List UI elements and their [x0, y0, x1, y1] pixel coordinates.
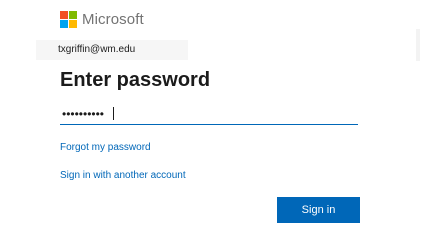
password-input[interactable]: [60, 103, 358, 125]
logo-square-yellow: [69, 20, 77, 28]
sign-in-button[interactable]: Sign in: [277, 197, 360, 223]
account-identity-banner[interactable]: txgriffin@wm.edu: [36, 40, 188, 60]
page-title: Enter password: [60, 69, 211, 91]
forgot-password-link[interactable]: Forgot my password: [60, 142, 151, 153]
logo-square-blue: [60, 20, 68, 28]
right-edge-strip: [416, 29, 420, 61]
microsoft-logo: Microsoft: [60, 11, 144, 28]
logo-square-red: [60, 11, 68, 19]
sign-in-another-account-link[interactable]: Sign in with another account: [60, 170, 186, 181]
logo-square-green: [69, 11, 77, 19]
brand-name: Microsoft: [82, 11, 144, 28]
microsoft-logo-icon: [60, 11, 77, 28]
text-caret: [113, 107, 114, 120]
account-email: txgriffin@wm.edu: [58, 44, 136, 55]
